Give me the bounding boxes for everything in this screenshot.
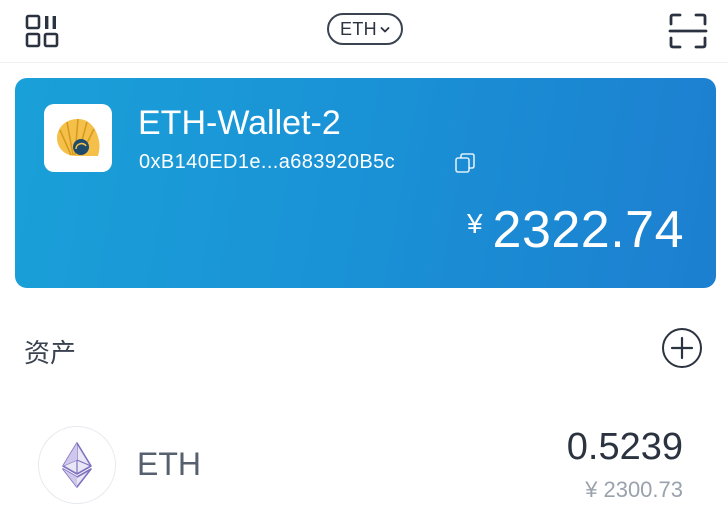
wallet-balance: ¥ 2322.74 (467, 200, 684, 260)
assets-title: 资产 (24, 338, 77, 368)
token-amount: 0.5239 (566, 426, 683, 468)
top-bar: ETH (0, 0, 728, 63)
token-fiat-currency: ¥ (585, 477, 598, 502)
balance-currency: ¥ (466, 208, 483, 239)
menu-grid-icon[interactable] (22, 11, 62, 51)
wallet-name: ETH-Wallet-2 (138, 104, 341, 142)
chevron-down-icon (380, 26, 390, 34)
copy-icon[interactable] (453, 151, 477, 175)
wallet-address: 0xB140ED1e...a683920B5c (139, 151, 396, 173)
asset-row-eth[interactable]: ETH 0.5239 ¥2300.73 (0, 410, 728, 510)
nautilus-shell-logo (44, 104, 112, 172)
balance-value: 2322.74 (492, 201, 684, 259)
token-fiat-amount: 2300.73 (603, 477, 683, 502)
plus-circle-icon[interactable] (661, 327, 703, 369)
network-label: ETH (340, 18, 377, 39)
scan-icon[interactable] (666, 11, 710, 51)
network-selector[interactable]: ETH (327, 13, 403, 45)
token-fiat-value: ¥2300.73 (585, 477, 683, 503)
wallet-card[interactable]: ETH-Wallet-2 0xB140ED1e...a683920B5c ¥ 2… (15, 78, 716, 288)
token-symbol: ETH (137, 446, 201, 482)
ethereum-icon (38, 426, 116, 504)
